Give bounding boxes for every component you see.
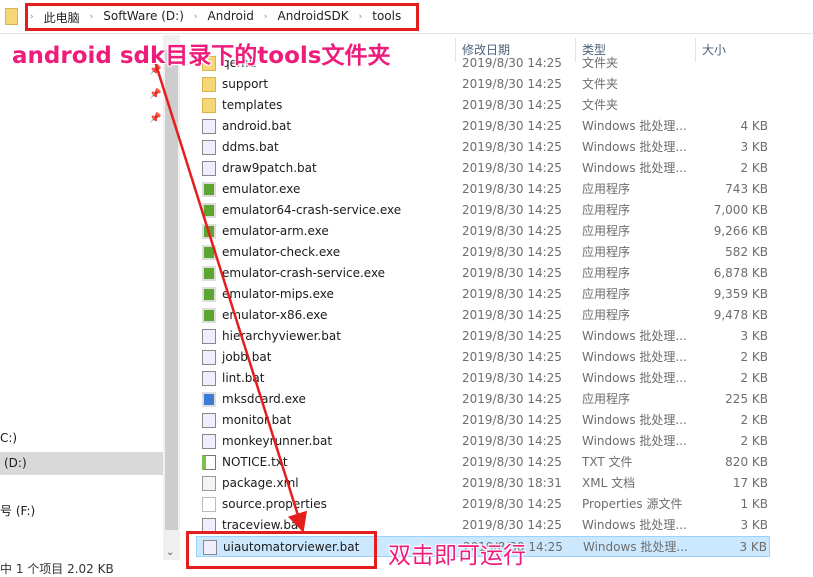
annotation-arrow (150, 51, 308, 533)
annotation-overlay (150, 51, 308, 533)
annotation-box-selected (186, 531, 377, 569)
annotation-text-top: android sdk目录下的tools文件夹 (12, 43, 391, 69)
annotation-box-breadcrumb (25, 3, 419, 31)
annotation-text-bottom: 双击即可运行 (388, 543, 526, 569)
